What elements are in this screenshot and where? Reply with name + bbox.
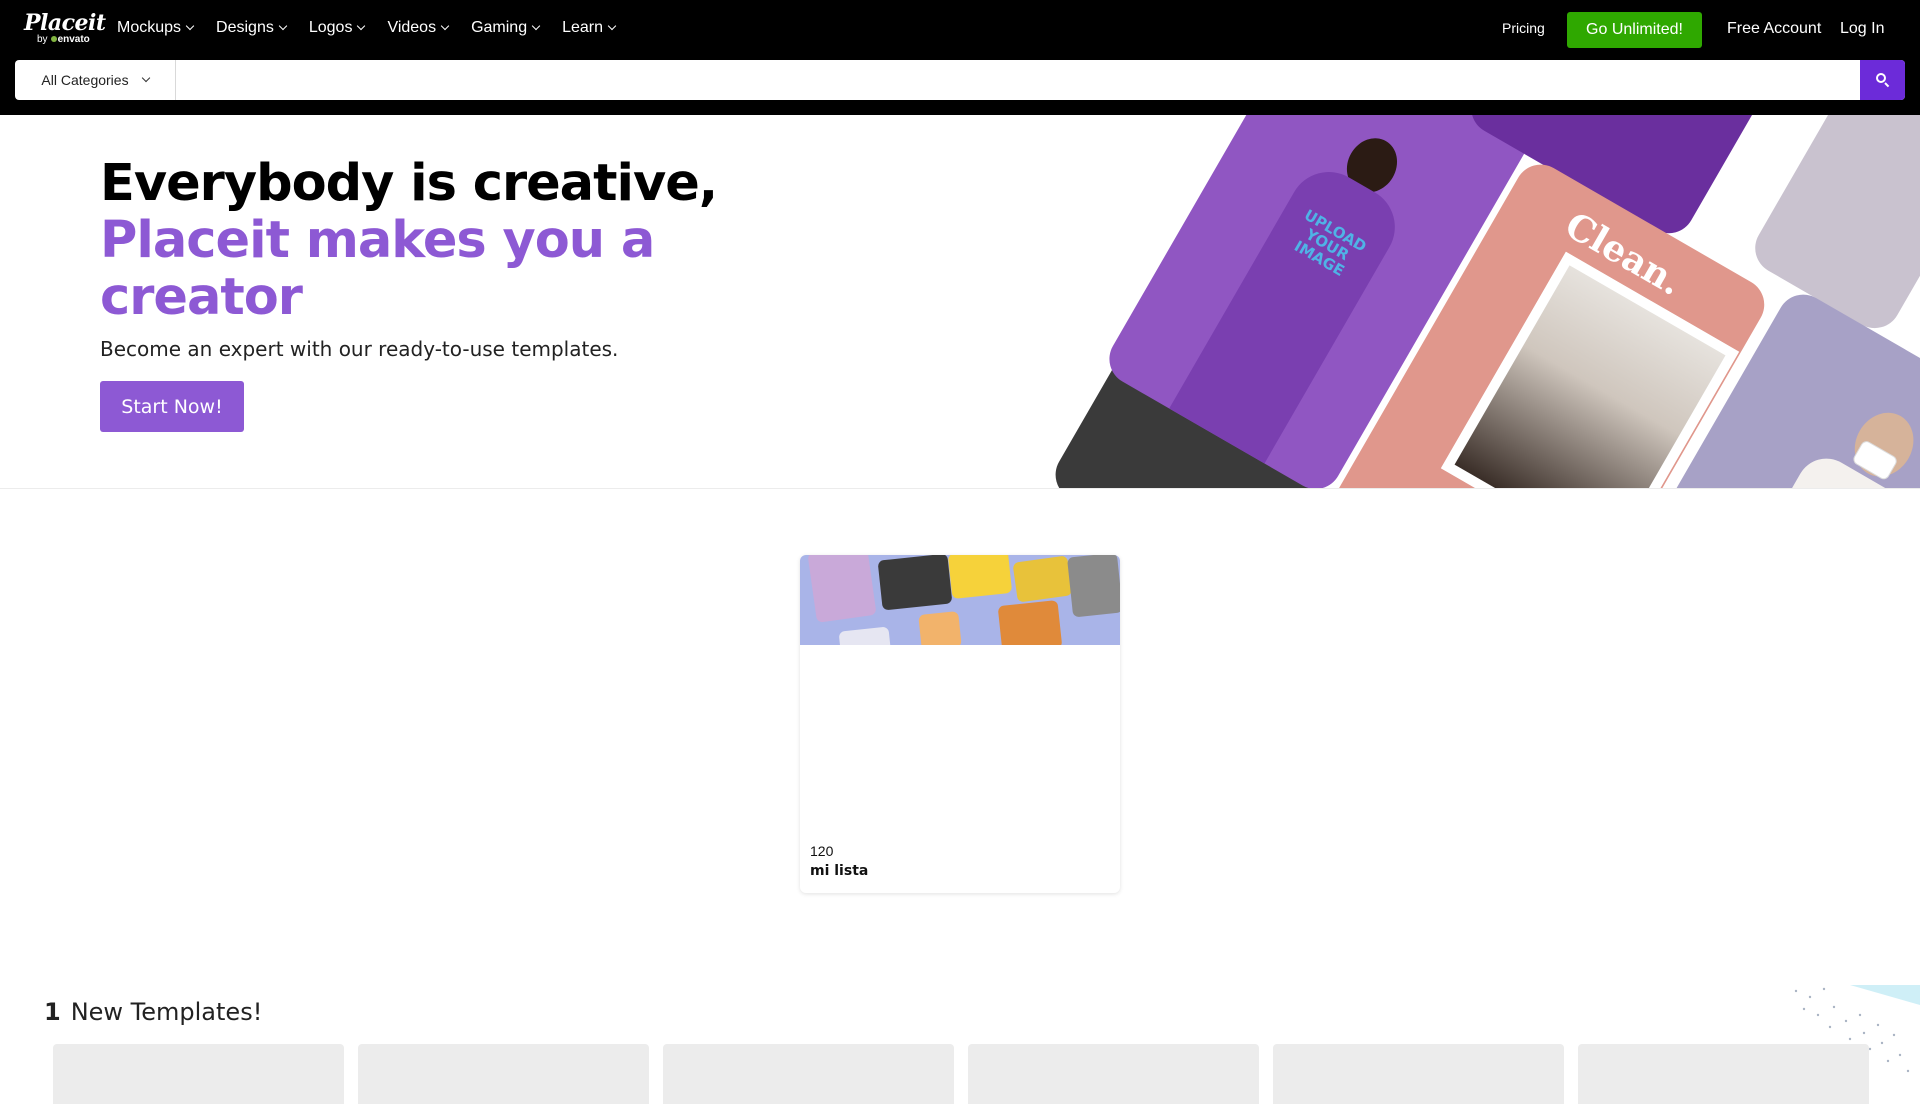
template-card[interactable] [358,1044,649,1104]
chevron-down-icon [141,73,150,83]
list-thumbnail [800,555,1120,645]
template-card[interactable] [968,1044,1259,1104]
chevron-down-icon [440,21,450,31]
logo-wordmark: Placeit [24,10,106,36]
template-card[interactable] [53,1044,344,1104]
new-templates-count: 1 [44,998,61,1026]
nav-item-gaming[interactable]: Gaming [471,19,541,37]
envato-leaf-icon [50,36,57,43]
search-button[interactable] [1860,60,1905,100]
template-card[interactable] [1273,1044,1564,1104]
main-nav: Placeit by envato Mockups Designs Logos V… [0,0,1920,60]
login-link[interactable]: Log In [1840,20,1884,38]
chevron-down-icon [185,21,195,31]
pricing-link[interactable]: Pricing [1502,20,1545,36]
nav-menu: Mockups Designs Logos Videos Gaming Lear… [117,19,638,37]
hero-collage-image: UPLOAD YOUR IMAGE Clean. [1040,115,1920,488]
placeit-logo[interactable]: Placeit by envato [24,12,106,46]
category-dropdown-label: All Categories [41,72,129,88]
template-card[interactable] [1578,1044,1869,1104]
new-templates-label: New Templates! [70,998,263,1026]
list-card[interactable]: 120 mi lista [800,555,1120,893]
nav-item-designs[interactable]: Designs [216,19,288,37]
chevron-down-icon [607,21,617,31]
category-dropdown[interactable]: All Categories [15,60,176,100]
nav-item-learn[interactable]: Learn [562,19,617,37]
hero-title: Everybody is creative, Placeit makes you… [100,155,720,326]
list-item-count: 120 [810,843,834,859]
template-card[interactable] [663,1044,954,1104]
hero-section: Everybody is creative, Placeit makes you… [0,115,1920,489]
chevron-down-icon [531,21,541,31]
chevron-down-icon [278,21,288,31]
nav-item-mockups[interactable]: Mockups [117,19,195,37]
chevron-down-icon [357,21,366,31]
hero-title-line1: Everybody is creative, [100,154,718,213]
hero-subtitle: Become an expert with our ready-to-use t… [100,337,619,361]
top-bar: Placeit by envato Mockups Designs Logos V… [0,0,1920,115]
go-unlimited-button[interactable]: Go Unlimited! [1567,12,1702,48]
start-now-button[interactable]: Start Now! [100,381,244,432]
collage-card-tote [1745,115,1920,338]
nav-item-videos[interactable]: Videos [387,19,450,37]
search-input[interactable] [176,60,1860,100]
list-title: mi lista [810,863,869,879]
search-icon [1875,73,1890,88]
new-templates-heading: 1 New Templates! [44,998,262,1026]
free-account-link[interactable]: Free Account [1727,20,1821,38]
nav-item-logos[interactable]: Logos [309,19,366,37]
template-grid [53,1044,1869,1104]
search-bar: All Categories [15,60,1905,100]
hero-title-line2: Placeit makes you a creator [100,211,655,327]
